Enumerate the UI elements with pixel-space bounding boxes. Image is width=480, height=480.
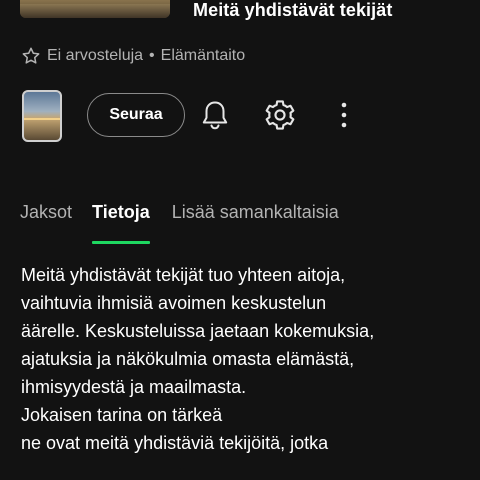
description-line: ne ovat meitä yhdistäviä tekijöitä, jotk… <box>21 433 329 453</box>
active-tab-indicator <box>92 241 150 244</box>
tab-about-label: Tietoja <box>92 202 150 222</box>
more-vertical-icon[interactable] <box>327 98 361 132</box>
tab-similar-label: Lisää samankaltaisia <box>171 202 339 222</box>
tab-bar: Jaksot Tietoja Lisää samankaltaisia <box>20 202 339 246</box>
bell-icon[interactable] <box>198 98 232 132</box>
description-line: vaihtuvia ihmisiä avoimen keskustelun <box>21 293 327 313</box>
cover-water <box>20 4 170 18</box>
tab-episodes[interactable]: Jaksot <box>20 202 72 246</box>
description-line: ajatuksia ja näkökulmia omasta elämästä, <box>21 349 355 369</box>
podcast-thumbnail[interactable] <box>22 90 62 142</box>
podcast-title: Meitä yhdistävät tekijät <box>193 0 393 20</box>
podcast-description: Meitä yhdistävät tekijät tuo yhteen aito… <box>21 261 461 457</box>
podcast-screen: Meitä yhdistävät tekijät Ei arvosteluja … <box>0 0 480 480</box>
tab-about[interactable]: Tietoja <box>92 202 150 246</box>
meta-separator: • <box>149 47 155 64</box>
category-link[interactable]: Elämäntaito <box>161 47 246 65</box>
tab-similar[interactable]: Lisää samankaltaisia <box>172 202 339 246</box>
description-line: Meitä yhdistävät tekijät tuo yhteen aito… <box>21 265 346 285</box>
thumbnail-horizon <box>24 118 60 120</box>
rating-text[interactable]: Ei arvosteluja <box>47 47 143 65</box>
action-row: Seuraa <box>22 90 462 144</box>
description-line: äärelle. Keskusteluissa jaetaan kokemuks… <box>21 321 375 341</box>
podcast-cover-image <box>20 0 170 18</box>
gear-icon[interactable] <box>263 98 297 132</box>
description-line: ihmisyydestä ja maailmasta. <box>21 377 247 397</box>
tab-episodes-label: Jaksot <box>20 202 73 222</box>
star-outline-icon[interactable] <box>21 46 41 66</box>
follow-button[interactable]: Seuraa <box>87 93 185 137</box>
podcast-meta: Ei arvosteluja • Elämäntaito <box>21 44 245 68</box>
description-line: Jokaisen tarina on tärkeä <box>21 405 223 425</box>
